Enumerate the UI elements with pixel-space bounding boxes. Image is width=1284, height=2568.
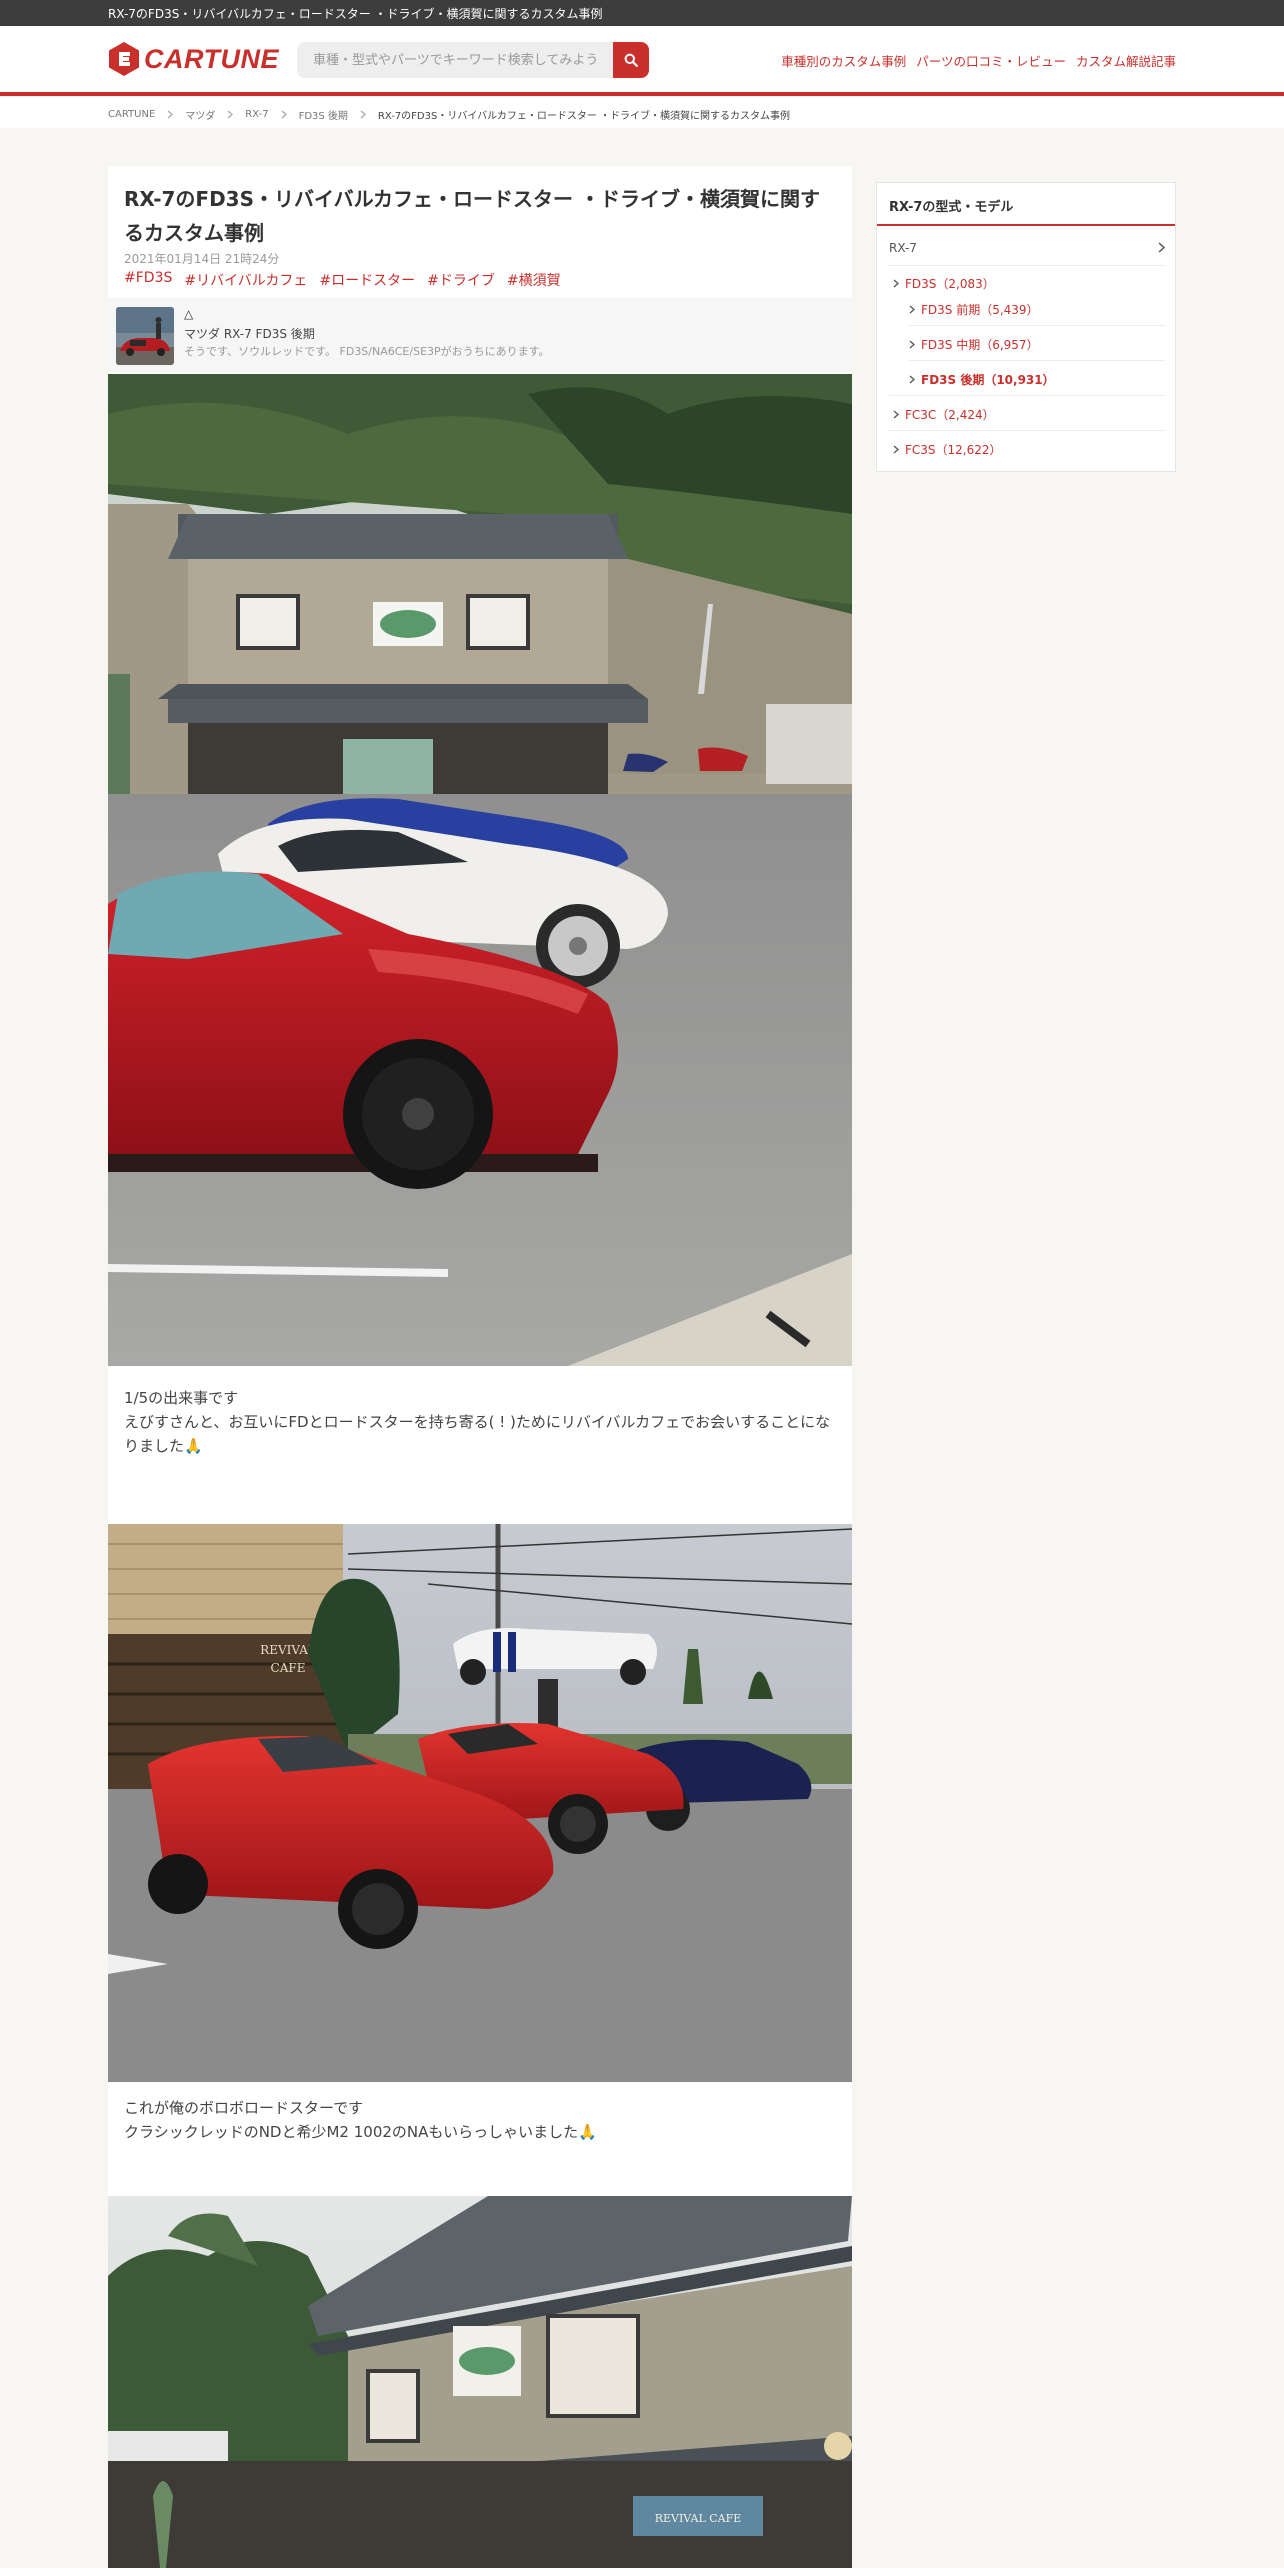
- logo-mark-icon: [109, 42, 139, 76]
- header-nav: 車種別のカスタム事例 パーツの口コミ・レビュー カスタム解説記事: [781, 51, 1176, 70]
- sidebar-item-fd3s-late[interactable]: FD3S 後期（10,931）: [909, 371, 1055, 388]
- divider: [909, 360, 1165, 361]
- divider: [889, 430, 1165, 431]
- sidebar-item-label: FC3S（12,622）: [905, 443, 1002, 457]
- caption-line: クラシックレッドのNDと希少M2 1002のNAもいらっしゃいました🙏: [124, 2123, 597, 2141]
- post-card: RX-7のFD3S・リバイバルカフェ・ロードスター ・ドライブ・横須賀に関するカ…: [108, 166, 852, 2568]
- chevron-right-icon: [893, 279, 899, 288]
- tag-link[interactable]: #リバイバルカフェ: [184, 270, 307, 290]
- sidebar-item-label: FD3S 後期（10,931）: [921, 373, 1055, 387]
- chevron-right-icon: [893, 410, 899, 419]
- chevron-right-icon: [893, 445, 899, 454]
- nav-custom-cases[interactable]: 車種別のカスタム事例: [781, 51, 906, 70]
- tag-list: #FD3S #リバイバルカフェ #ロードスター #ドライブ #横須賀: [124, 270, 561, 290]
- photo-revival-cafe-cars: [108, 374, 852, 1366]
- breadcrumb-current: RX-7のFD3S・リバイバルカフェ・ロードスター ・ドライブ・横須賀に関するカ…: [377, 111, 791, 122]
- sidebar-model-rx7[interactable]: RX-7: [889, 241, 1166, 256]
- chevron-right-icon: [281, 110, 287, 119]
- divider: [909, 325, 1165, 326]
- nav-articles[interactable]: カスタム解説記事: [1076, 51, 1176, 70]
- sidebar-item-fd3s[interactable]: FD3S（2,083）: [893, 275, 995, 292]
- caption-line: これが俺のボロボロードスターです: [124, 2099, 364, 2117]
- tag-link[interactable]: #横須賀: [507, 270, 561, 290]
- sign-text: CAFE: [271, 1661, 306, 1675]
- sidebar-item-label: FD3S 中期（6,957）: [921, 338, 1039, 352]
- avatar[interactable]: [116, 307, 174, 365]
- sidebar-item-label: FD3S 前期（5,439）: [921, 303, 1039, 317]
- sidebar-item-fc3s[interactable]: FC3S（12,622）: [893, 441, 1002, 458]
- search-box: [297, 42, 649, 78]
- tag-link[interactable]: #ロードスター: [319, 270, 415, 290]
- breadcrumb-bar: CARTUNE マツダ RX-7 FD3S 後期 RX-7のFD3S・リバイバル…: [0, 98, 1284, 128]
- chevron-right-icon: [227, 110, 234, 119]
- avatar-image: [116, 307, 174, 365]
- photo-caption: 1/5の出来事です えびすさんと、お互いにFDとロードスターを持ち寄る( ! )…: [124, 1386, 836, 1458]
- site-header: CARTUNE 車種別のカスタム事例 パーツの口コミ・レビュー カスタム解説記事: [0, 26, 1284, 96]
- chevron-right-icon: [167, 110, 174, 119]
- post-date: 2021年01月14日 21時24分: [124, 252, 280, 266]
- search-input[interactable]: [297, 42, 613, 78]
- chevron-right-icon: [909, 305, 915, 314]
- sidebar-title: RX-7の型式・モデル: [877, 183, 1175, 226]
- caption-line: 1/5の出来事です: [124, 1389, 239, 1407]
- caption-line: えびすさんと、お互いにFDとロードスターを持ち寄る( ! )ためにリバイバルカフ…: [124, 1413, 831, 1455]
- photo-roadsters: REVIVAL CAFE: [108, 1524, 852, 2082]
- author-box[interactable]: △ マツダ RX-7 FD3S 後期 そうです、ソウルレッドです。 FD3S/N…: [108, 298, 852, 372]
- nav-parts-reviews[interactable]: パーツの口コミ・レビュー: [916, 51, 1066, 70]
- chevron-right-icon: [909, 375, 915, 384]
- logo-text: CARTUNE: [144, 43, 280, 74]
- chevron-right-icon: [360, 110, 366, 119]
- breadcrumb-maker[interactable]: マツダ: [185, 107, 215, 122]
- sign-text: REVIVAL CAFE: [655, 2512, 742, 2525]
- author-name[interactable]: △: [184, 307, 193, 321]
- photo-caption: これが俺のボロボロードスターです クラシックレッドのNDと希少M2 1002のN…: [124, 2096, 836, 2144]
- post-photo[interactable]: REVIVAL CAFE: [108, 1524, 852, 2082]
- breadcrumb: CARTUNE マツダ RX-7 FD3S 後期 RX-7のFD3S・リバイバル…: [108, 107, 790, 122]
- sidebar-item-label: FC3C（2,424）: [905, 408, 995, 422]
- sidebar-model-label: RX-7: [889, 241, 917, 255]
- divider: [889, 265, 1165, 266]
- breadcrumb-home[interactable]: CARTUNE: [108, 109, 155, 120]
- search-button[interactable]: [613, 42, 649, 78]
- top-bar: RX-7のFD3S・リバイバルカフェ・ロードスター ・ドライブ・横須賀に関するカ…: [0, 0, 1284, 26]
- sidebar-item-label: FD3S（2,083）: [905, 277, 995, 291]
- sidebar-item-fd3s-early[interactable]: FD3S 前期（5,439）: [909, 301, 1039, 318]
- chevron-right-icon: [909, 340, 915, 349]
- author-bio: そうです、ソウルレッドです。 FD3S/NA6CE/SE3Pがおうちにあります。: [184, 345, 550, 358]
- breadcrumb-type[interactable]: FD3S 後期: [299, 107, 348, 122]
- post-photo[interactable]: [108, 374, 852, 1366]
- tag-link[interactable]: #FD3S: [124, 270, 172, 290]
- page-heading-bar: RX-7のFD3S・リバイバルカフェ・ロードスター ・ドライブ・横須賀に関するカ…: [108, 7, 603, 21]
- photo-cafe-building: REVIVAL CAFE: [108, 2196, 852, 2568]
- sidebar-item-fd3s-mid[interactable]: FD3S 中期（6,957）: [909, 336, 1039, 353]
- post-photo[interactable]: REVIVAL CAFE: [108, 2196, 852, 2568]
- author-car: マツダ RX-7 FD3S 後期: [184, 327, 315, 341]
- chevron-right-icon: [1158, 242, 1166, 256]
- sidebar-item-fc3c[interactable]: FC3C（2,424）: [893, 406, 995, 423]
- sidebar-model-list: RX-7の型式・モデル RX-7 FD3S（2,083） FD3S 前期（5,4…: [876, 182, 1176, 472]
- logo[interactable]: CARTUNE: [108, 41, 279, 77]
- divider: [889, 395, 1165, 396]
- breadcrumb-model[interactable]: RX-7: [245, 109, 268, 120]
- search-icon: [624, 53, 638, 67]
- post-title: RX-7のFD3S・リバイバルカフェ・ロードスター ・ドライブ・横須賀に関するカ…: [124, 187, 820, 245]
- sign-text: REVIVAL: [260, 1643, 316, 1657]
- tag-link[interactable]: #ドライブ: [427, 270, 495, 290]
